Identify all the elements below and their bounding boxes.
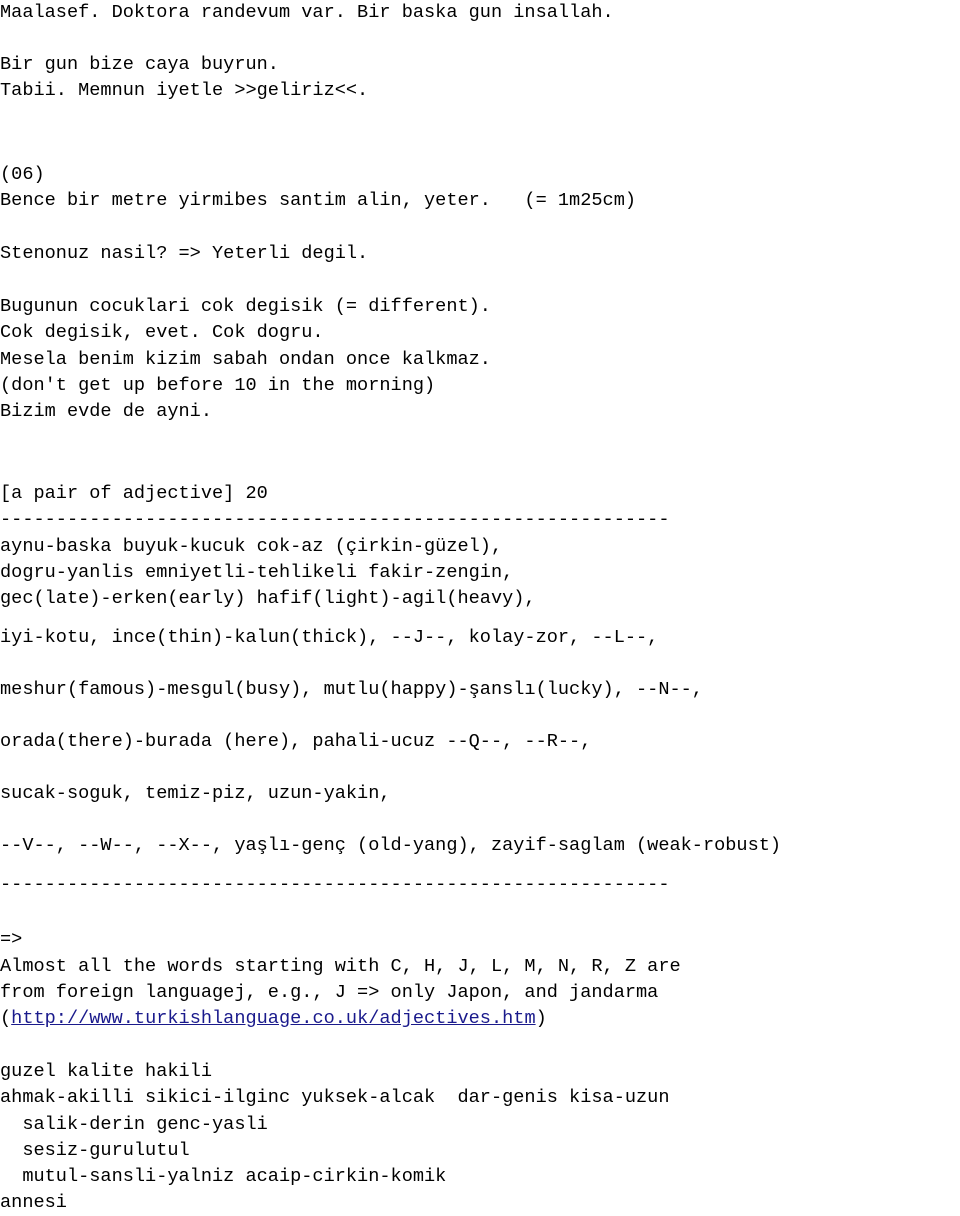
text-line: Almost all the words starting with C, H,… bbox=[0, 955, 681, 977]
text-line: mutul-sansli-yalniz acaip-cirkin-komik bbox=[0, 1166, 447, 1188]
arrow-marker: => bbox=[0, 929, 23, 951]
source-url-link[interactable]: http://www.turkishlanguage.co.uk/adjecti… bbox=[11, 1008, 535, 1029]
close-paren: ) bbox=[535, 1008, 547, 1030]
horizontal-rule-dashes: ----------------------------------------… bbox=[0, 509, 670, 531]
text-line: (don't get up before 10 in the morning) bbox=[0, 374, 436, 396]
text-line: meshur(famous)-mesgul(busy), mutlu(happy… bbox=[0, 679, 703, 701]
text-line: from foreign languagej, e.g., J => only … bbox=[0, 981, 659, 1003]
text-line: guzel kalite hakili bbox=[0, 1061, 213, 1083]
section-heading: [a pair of adjective] 20 bbox=[0, 483, 268, 505]
adjective-pairs-spaced-block: iyi-kotu, ince(thin)-kalun(thick), --J--… bbox=[0, 612, 960, 872]
text-line: Stenonuz nasil? => Yeterli degil. bbox=[0, 243, 369, 265]
item-06-block: (06) Bence bir metre yirmibes santim ali… bbox=[0, 162, 960, 268]
horizontal-rule-dashes: ----------------------------------------… bbox=[0, 874, 670, 896]
word-list-block: guzel kalite hakili ahmak-akilli sikici-… bbox=[0, 1059, 960, 1216]
adjective-pairs-section: [a pair of adjective] 20 ---------------… bbox=[0, 481, 960, 898]
text-line: Bugunun cocuklari cok degisik (= differe… bbox=[0, 296, 491, 318]
text-line: orada(there)-burada (here), pahali-ucuz … bbox=[0, 731, 592, 753]
text-line: salik-derin genc-yasli bbox=[0, 1113, 268, 1135]
document-page: Maalasef. Doktora randevum var. Bir bask… bbox=[0, 0, 960, 1213]
foreign-words-note: => Almost all the words starting with C,… bbox=[0, 927, 960, 1032]
text-line: Maalasef. Doktora randevum var. Bir bask… bbox=[0, 2, 614, 23]
dialogue-top-block: Maalasef. Doktora randevum var. Bir bask… bbox=[0, 0, 960, 105]
text-line: Tabii. Memnun iyetle >>geliriz<<. bbox=[0, 80, 369, 102]
text-line: aynu-baska buyuk-kucuk cok-az (çirkin-gü… bbox=[0, 535, 503, 557]
source-link-line: (http://www.turkishlanguage.co.uk/adject… bbox=[0, 1006, 960, 1032]
item-number-label: (06) bbox=[0, 163, 45, 185]
text-line: Bir gun bize caya buyrun. bbox=[0, 54, 279, 76]
text-line: Mesela benim kizim sabah ondan once kalk… bbox=[0, 348, 491, 370]
kids-block: Bugunun cocuklari cok degisik (= differe… bbox=[0, 294, 960, 425]
open-paren: ( bbox=[0, 1008, 12, 1030]
text-line: sesiz-gurulutul bbox=[0, 1139, 190, 1161]
text-line: gec(late)-erken(early) hafif(light)-agil… bbox=[0, 588, 536, 610]
text-line: annesi bbox=[0, 1192, 67, 1214]
text-line: Bence bir metre yirmibes santim alin, ye… bbox=[0, 189, 637, 211]
text-line: Cok degisik, evet. Cok dogru. bbox=[0, 322, 324, 344]
text-line: Bizim evde de ayni. bbox=[0, 401, 213, 423]
text-line: sucak-soguk, temiz-piz, uzun-yakin, bbox=[0, 783, 391, 805]
text-line: dogru-yanlis emniyetli-tehlikeli fakir-z… bbox=[0, 561, 514, 583]
text-line: iyi-kotu, ince(thin)-kalun(thick), --J--… bbox=[0, 627, 659, 649]
text-document-body: Maalasef. Doktora randevum var. Bir bask… bbox=[0, 0, 960, 1216]
text-line: --V--, --W--, --X--, yaşlı-genç (old-yan… bbox=[0, 835, 782, 857]
text-line: ahmak-akilli sikici-ilginc yuksek-alcak … bbox=[0, 1087, 670, 1109]
